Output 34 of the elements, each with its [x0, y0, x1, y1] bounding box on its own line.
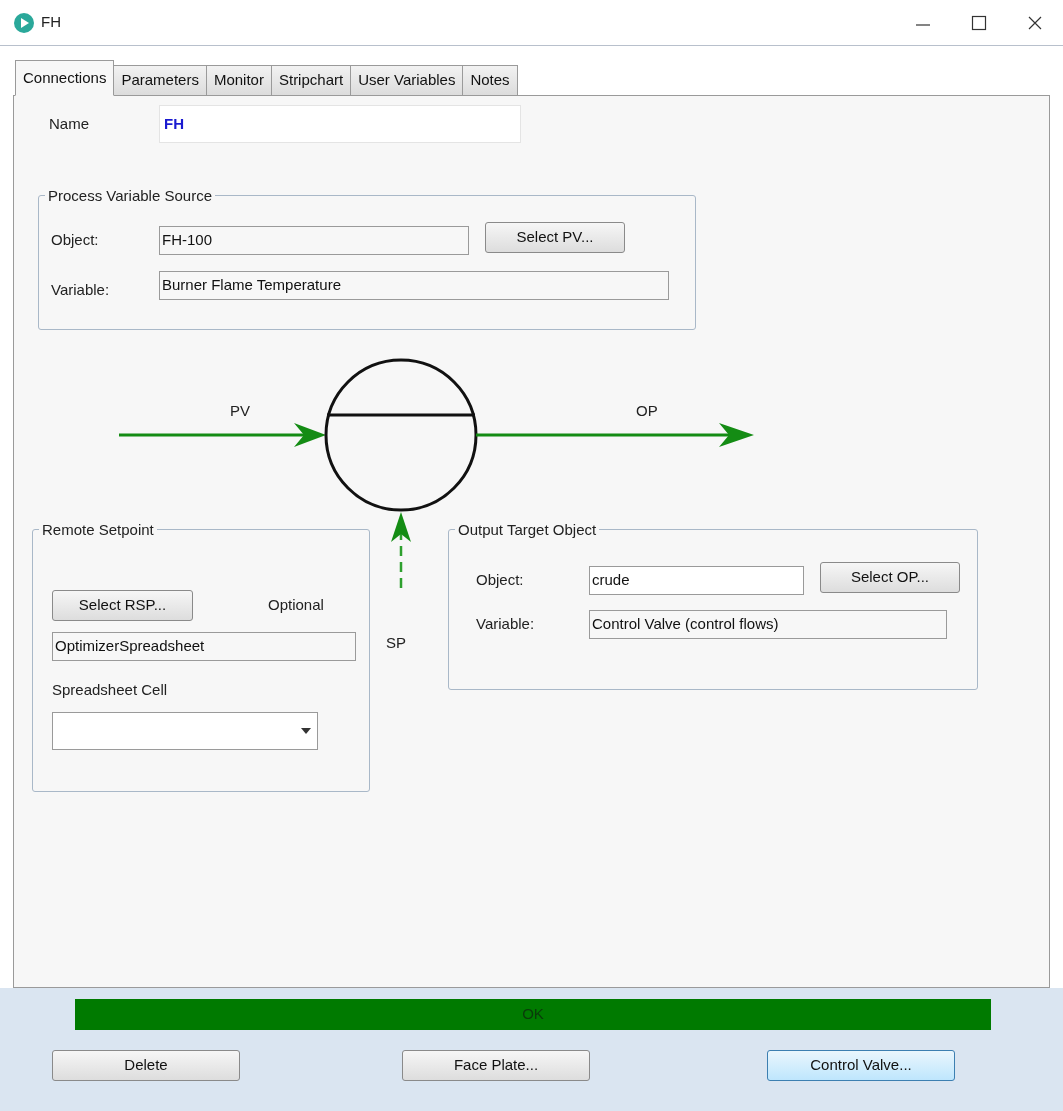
object-label: Object: — [51, 230, 100, 251]
button[interactable]: Control Valve... — [767, 1050, 955, 1081]
button[interactable]: Select PV... — [485, 222, 625, 253]
window-title: FH — [41, 12, 61, 33]
pv-label: PV — [230, 401, 250, 421]
close-icon[interactable] — [1027, 14, 1043, 31]
variable-field[interactable]: Control Valve (control flows) — [589, 610, 947, 639]
object-label: Object: — [476, 570, 525, 591]
sp-label: SP — [386, 633, 406, 653]
maximize-icon[interactable] — [971, 14, 987, 31]
name-label: Name — [49, 113, 90, 134]
object-field[interactable]: FH-100 — [159, 226, 469, 255]
tab[interactable]: Connections — [15, 60, 115, 96]
spreadsheet-cell-label: Spreadsheet Cell — [52, 680, 169, 700]
op-label: OP — [636, 401, 658, 421]
tab[interactable]: Monitor — [205, 65, 272, 96]
tab[interactable]: User Variables — [350, 65, 464, 96]
spreadsheet-cell-dropdown[interactable] — [52, 711, 318, 750]
object-field[interactable]: crude — [589, 566, 804, 595]
button[interactable]: Delete — [52, 1050, 240, 1081]
variable-field[interactable]: Burner Flame Temperature — [159, 270, 669, 300]
button[interactable]: Select OP... — [820, 562, 960, 593]
optional-label: Optional — [268, 595, 324, 616]
variable-label: Variable: — [51, 280, 111, 300]
variable-label: Variable: — [476, 614, 536, 635]
app-logo-icon — [13, 11, 35, 34]
tab[interactable]: Parameters — [113, 65, 207, 96]
rsp-object-field[interactable]: OptimizerSpreadsheet — [52, 632, 356, 661]
button[interactable]: Face Plate... — [402, 1050, 590, 1081]
name-field[interactable]: FH — [159, 105, 521, 143]
tab[interactable]: Notes — [462, 65, 518, 96]
status-bar: OK — [75, 999, 991, 1030]
dropdown-arrow-icon — [301, 727, 311, 734]
button[interactable]: Select RSP... — [52, 590, 193, 621]
